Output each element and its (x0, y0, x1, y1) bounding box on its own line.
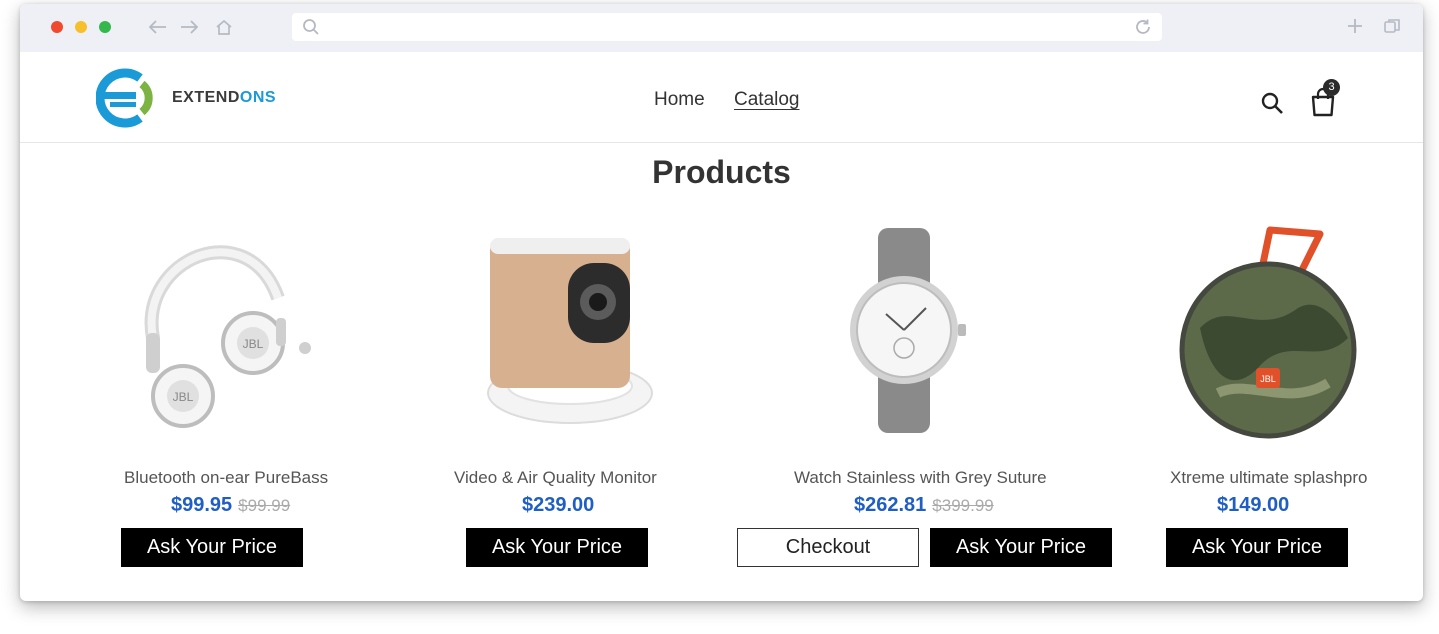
product-old-price: $399.99 (932, 496, 994, 515)
close-window-button[interactable] (51, 21, 63, 33)
nav-catalog-link[interactable]: Catalog (734, 89, 800, 111)
url-input[interactable] (328, 17, 1108, 37)
product-name[interactable]: Bluetooth on-ear PureBass (124, 468, 328, 488)
address-bar[interactable] (292, 13, 1162, 41)
search-icon (302, 18, 320, 41)
product-name[interactable]: Video & Air Quality Monitor (454, 468, 657, 488)
brand-logo[interactable]: EXTENDONS (96, 68, 276, 128)
forward-arrow-icon[interactable] (178, 16, 200, 38)
browser-toolbar (20, 4, 1423, 52)
brand-name-part1: EXTEND (172, 89, 240, 106)
product-name[interactable]: Xtreme ultimate splashpro (1170, 468, 1367, 488)
price-row: $239.00 (522, 494, 594, 517)
new-tab-plus-icon[interactable] (1346, 17, 1364, 40)
ask-your-price-button[interactable]: Ask Your Price (466, 528, 648, 567)
watch-image[interactable] (800, 218, 1030, 448)
duplicate-window-icon[interactable] (1383, 17, 1401, 40)
back-arrow-icon[interactable] (147, 16, 169, 38)
price-row: $149.00 (1217, 494, 1289, 517)
page-title: Products (652, 154, 791, 190)
price-row: $262.81 $399.99 (854, 494, 994, 517)
product-price: $239.00 (522, 494, 595, 516)
product-price: $149.00 (1217, 494, 1290, 516)
nav-home-link[interactable]: Home (654, 89, 705, 111)
product-name[interactable]: Watch Stainless with Grey Suture (794, 468, 1047, 488)
bluetooth-speaker-image[interactable]: JBL (1148, 218, 1378, 448)
reload-icon[interactable] (1134, 18, 1152, 41)
search-icon[interactable] (1260, 91, 1284, 120)
video-air-monitor-image[interactable] (450, 218, 680, 448)
product-price: $262.81 (854, 494, 927, 516)
checkout-button[interactable]: Checkout (737, 528, 919, 567)
svg-text:JBL: JBL (173, 390, 194, 404)
extendons-logo-icon (96, 68, 153, 128)
headphones-image[interactable]: JBL JBL (98, 218, 328, 448)
cart-count-badge: 3 (1323, 79, 1340, 96)
price-row: $99.95 $99.99 (171, 494, 290, 517)
brand-name-part2: ONS (239, 89, 277, 106)
ask-your-price-button[interactable]: Ask Your Price (1166, 528, 1348, 567)
browser-window: EXTENDONS Home Catalog 3 Products JBL JB… (20, 4, 1423, 601)
product-old-price: $99.99 (238, 496, 291, 515)
site-header: EXTENDONS Home Catalog 3 (20, 52, 1423, 143)
ask-your-price-button[interactable]: Ask Your Price (121, 528, 303, 567)
svg-text:JBL: JBL (1260, 374, 1276, 384)
minimize-window-button[interactable] (75, 21, 87, 33)
home-icon[interactable] (213, 16, 235, 38)
ask-your-price-button[interactable]: Ask Your Price (930, 528, 1112, 567)
svg-text:JBL: JBL (243, 337, 264, 351)
maximize-window-button[interactable] (99, 21, 111, 33)
product-price: $99.95 (171, 494, 233, 516)
brand-name: EXTENDONS (172, 89, 276, 107)
